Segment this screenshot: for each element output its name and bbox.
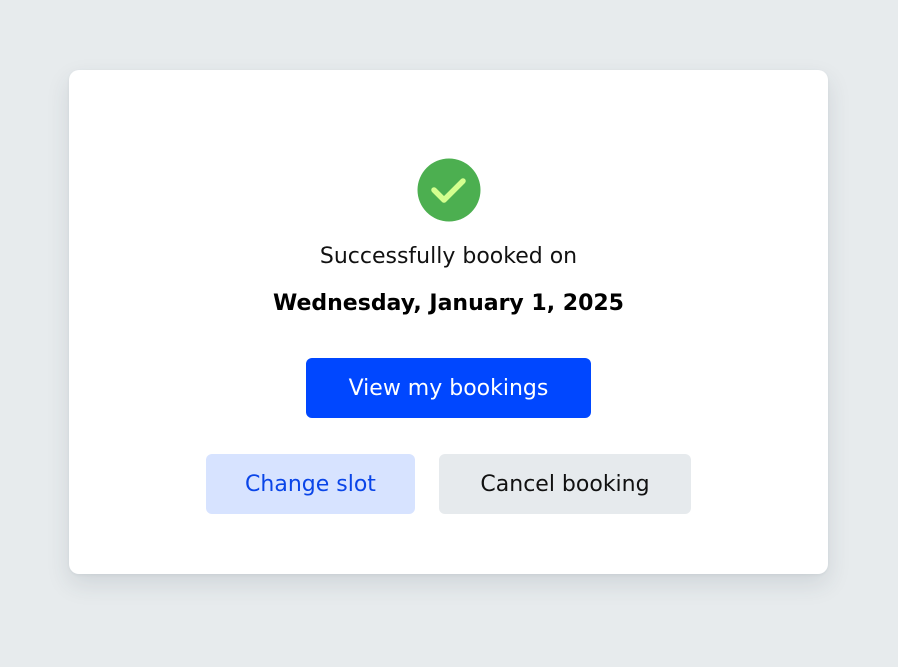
change-slot-button[interactable]: Change slot: [206, 454, 415, 514]
booking-confirmation-card: Successfully booked on Wednesday, Januar…: [69, 70, 828, 574]
view-my-bookings-button[interactable]: View my bookings: [306, 358, 591, 418]
check-circle-icon: [417, 158, 481, 222]
booking-date: Wednesday, January 1, 2025: [272, 291, 624, 316]
success-message: Successfully booked on: [319, 244, 578, 269]
check-circle-icon-graphic: [417, 158, 481, 222]
cancel-booking-button[interactable]: Cancel booking: [439, 454, 691, 514]
